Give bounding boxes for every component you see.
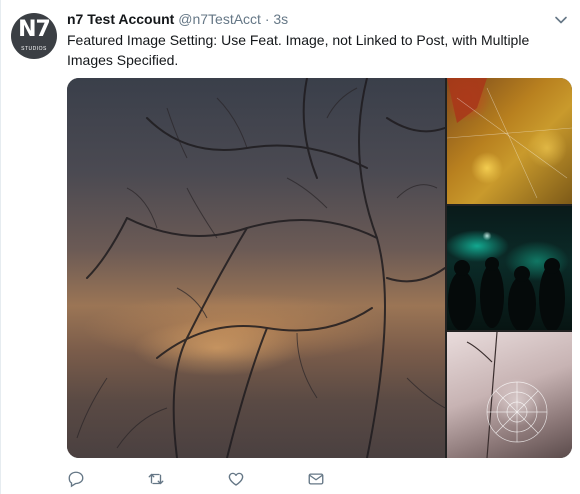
envelope-icon[interactable]	[307, 470, 327, 490]
retweet-icon[interactable]	[147, 470, 167, 490]
heart-icon[interactable]	[227, 470, 247, 490]
tweet-actions	[67, 470, 367, 490]
tweet[interactable]: N7 STUDIOS n7 Test Account @n7TestAcct ·…	[0, 0, 580, 494]
avatar-mark: N7	[18, 17, 51, 42]
avatar-subtext: STUDIOS	[21, 46, 47, 52]
separator: ·	[264, 11, 270, 27]
image-concert-crowd[interactable]	[447, 206, 572, 330]
reply-icon[interactable]	[67, 470, 87, 490]
account-name[interactable]: n7 Test Account	[67, 11, 174, 27]
timestamp[interactable]: 3s	[273, 11, 288, 27]
tweet-text: Featured Image Setting: Use Feat. Image,…	[67, 32, 530, 68]
account-handle[interactable]: @n7TestAcct	[178, 11, 261, 27]
media-grid	[67, 78, 572, 458]
tweet-header: n7 Test Account @n7TestAcct · 3s	[67, 11, 288, 27]
image-spiderweb-plant[interactable]	[447, 332, 572, 458]
chevron-down-icon[interactable]	[554, 13, 568, 27]
image-leaf-spiderweb[interactable]	[447, 78, 572, 204]
avatar[interactable]: N7 STUDIOS	[11, 13, 57, 59]
main-image-tree-branches[interactable]	[67, 78, 445, 458]
